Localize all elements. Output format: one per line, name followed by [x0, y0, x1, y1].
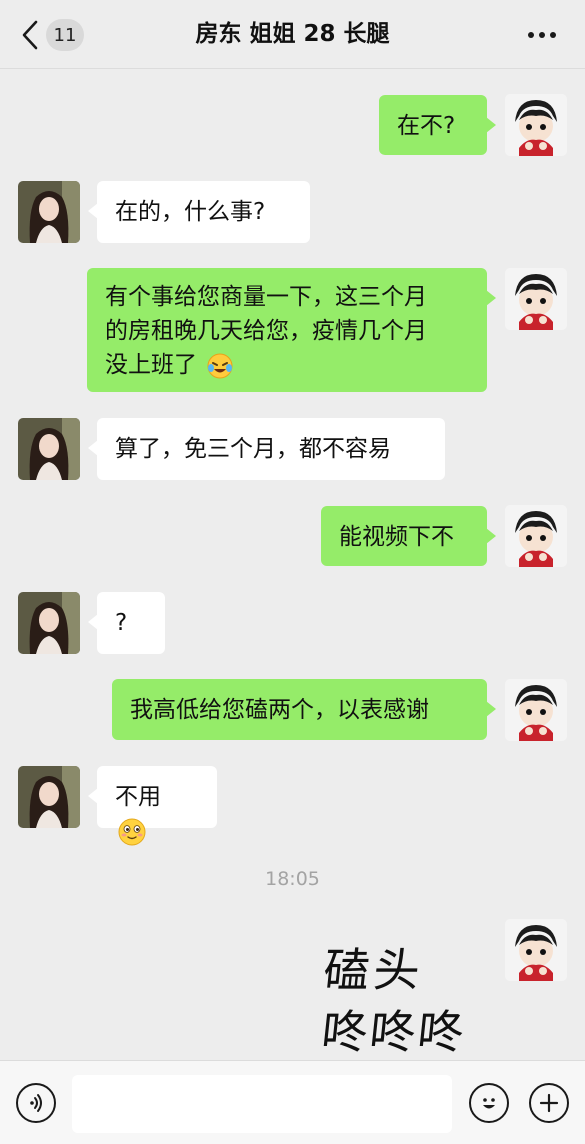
- message-bubble-outgoing[interactable]: 在不?: [379, 95, 496, 155]
- message-text: ?: [115, 610, 128, 636]
- message-bubble-incoming[interactable]: 算了，免三个月，都不容易: [88, 418, 445, 480]
- message-text-line: 的房租晚几天给您，疫情几个月: [105, 318, 427, 344]
- message-timestamp: 18:05: [265, 868, 320, 890]
- plus-icon: [539, 1093, 559, 1113]
- message-text-line: 有个事给您商量一下，这三个月: [105, 284, 427, 310]
- my-avatar[interactable]: [505, 268, 567, 330]
- voice-button[interactable]: [16, 1083, 56, 1123]
- message-bubble-outgoing[interactable]: 能视频下不: [321, 506, 496, 566]
- back-button[interactable]: 11: [18, 18, 98, 52]
- message-bubble-incoming[interactable]: 不用: [88, 766, 217, 845]
- my-avatar[interactable]: [505, 94, 567, 156]
- voice-icon: [30, 1094, 42, 1112]
- message-list[interactable]: 在不? 在的，什么事? 有个事给您商量一下，这三个月 的房租晚几天给您，疫情几个…: [0, 68, 585, 1060]
- contact-avatar[interactable]: [18, 181, 80, 243]
- chevron-left-icon: [22, 20, 38, 50]
- message-text: 算了，免三个月，都不容易: [115, 436, 391, 462]
- more-button[interactable]: [525, 20, 559, 50]
- more-dots-icon: [528, 32, 556, 38]
- my-avatar[interactable]: [505, 919, 567, 981]
- smiling-face-emoji-icon: [118, 818, 146, 845]
- emoji-button[interactable]: [469, 1083, 509, 1123]
- message-text: 在不?: [397, 113, 456, 139]
- my-avatar[interactable]: [505, 679, 567, 741]
- contact-avatar[interactable]: [18, 418, 80, 480]
- message-bubble-outgoing[interactable]: 我高低给您磕两个，以表感谢: [112, 679, 496, 740]
- unread-count-badge: 11: [46, 19, 84, 51]
- emoji-icon: [483, 1098, 495, 1109]
- chat-header: 11 房东 姐姐 28 长腿: [0, 0, 585, 69]
- sticker-line: 磕头: [320, 943, 427, 997]
- message-bubble-incoming[interactable]: 在的，什么事?: [88, 181, 310, 243]
- handwritten-sticker[interactable]: 磕头 咚咚咚: [318, 936, 488, 1060]
- my-avatar[interactable]: [505, 505, 567, 567]
- message-bubble-outgoing[interactable]: 有个事给您商量一下，这三个月 的房租晚几天给您，疫情几个月 没上班了: [87, 268, 496, 392]
- message-text-line: 没上班了: [105, 352, 197, 378]
- message-input[interactable]: [72, 1075, 452, 1133]
- message-text: 我高低给您磕两个，以表感谢: [130, 697, 429, 723]
- contact-avatar[interactable]: [18, 766, 80, 828]
- message-bubble-incoming[interactable]: ?: [88, 592, 165, 654]
- crying-laughing-emoji-icon: [207, 353, 233, 378]
- message-text: 不用: [115, 784, 161, 810]
- message-text: 能视频下不: [339, 524, 454, 550]
- plus-button[interactable]: [529, 1083, 569, 1123]
- message-text: 在的，什么事?: [115, 199, 266, 225]
- contact-avatar[interactable]: [18, 592, 80, 654]
- input-bar: [0, 1060, 585, 1144]
- sticker-line: 咚咚咚: [318, 1005, 469, 1059]
